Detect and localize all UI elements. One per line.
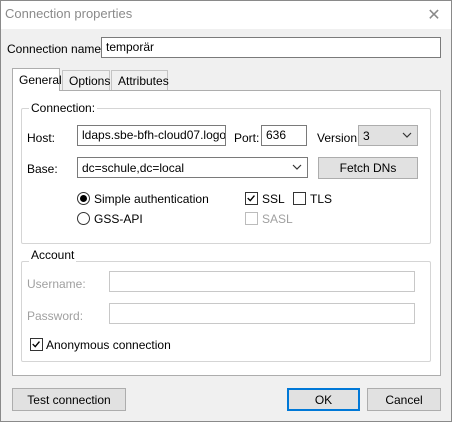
connection-name-input[interactable]: temporär <box>101 37 441 58</box>
gssapi-label[interactable]: GSS-API <box>94 212 143 226</box>
tab-options[interactable]: Options <box>62 70 110 90</box>
tab-general[interactable]: General <box>12 68 62 91</box>
simple-auth-label[interactable]: Simple authentication <box>94 192 209 206</box>
tls-checkbox[interactable] <box>293 192 306 205</box>
chevron-down-icon <box>402 132 412 138</box>
password-input <box>109 303 415 324</box>
ok-button[interactable]: OK <box>287 388 360 411</box>
host-label: Host: <box>27 131 56 145</box>
general-tab-panel: Connection: Host: ldaps.sbe-bfh-cloud07.… <box>12 90 441 376</box>
sasl-checkbox <box>245 212 258 225</box>
base-value: dc=schule,dc=local <box>82 161 185 175</box>
test-connection-button[interactable]: Test connection <box>12 388 126 411</box>
host-input[interactable]: ldaps.sbe-bfh-cloud07.logoip. <box>77 125 226 146</box>
radio-dot-icon <box>80 195 87 202</box>
fetch-dns-button[interactable]: Fetch DNs <box>318 157 418 179</box>
port-label: Port: <box>234 131 260 145</box>
ssl-checkbox[interactable] <box>245 192 258 205</box>
title-bar: Connection properties ✕ <box>1 1 451 29</box>
port-input[interactable]: 636 <box>261 125 307 146</box>
tls-label[interactable]: TLS <box>310 192 332 206</box>
username-input <box>109 271 415 292</box>
chevron-down-icon <box>292 164 302 170</box>
gssapi-radio[interactable] <box>77 212 90 225</box>
base-select[interactable]: dc=schule,dc=local <box>77 157 308 178</box>
anonymous-checkbox[interactable] <box>30 338 43 351</box>
base-label: Base: <box>27 162 58 176</box>
tab-attributes[interactable]: Attributes <box>111 70 169 90</box>
cancel-button[interactable]: Cancel <box>367 388 441 411</box>
anonymous-label[interactable]: Anonymous connection <box>46 338 171 352</box>
connection-group-title: Connection: <box>29 101 98 115</box>
version-value: 3 <box>363 129 370 143</box>
connection-name-label: Connection name: <box>7 42 105 56</box>
window-title: Connection properties <box>5 6 133 21</box>
checkmark-icon <box>32 341 40 348</box>
close-icon[interactable]: ✕ <box>423 4 445 26</box>
version-select[interactable]: 3 <box>358 125 418 146</box>
sasl-label: SASL <box>262 212 293 226</box>
connection-properties-dialog: Connection properties ✕ Connection name:… <box>0 0 452 422</box>
password-label: Password: <box>27 309 84 323</box>
simple-auth-radio[interactable] <box>77 192 90 205</box>
checkmark-icon <box>247 195 255 202</box>
account-group-title: Account <box>29 248 77 262</box>
ssl-label[interactable]: SSL <box>262 192 285 206</box>
username-label: Username: <box>27 277 86 291</box>
version-label: Version: <box>317 131 361 145</box>
